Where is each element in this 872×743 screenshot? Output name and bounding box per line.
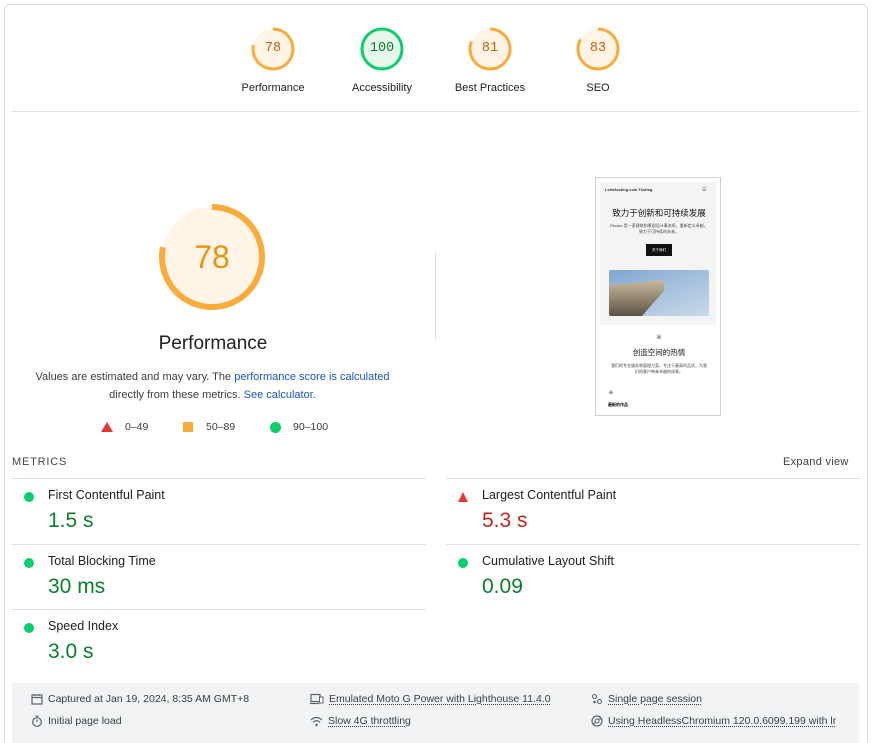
metric-name: Speed Index — [48, 619, 119, 633]
fail-triangle-icon — [101, 422, 113, 432]
metric-value: 3.0 s — [48, 640, 94, 663]
screenshot-paragraph: Études 是一家建筑和景观设计事务所，重新定义卓越，致力于可持续的未来。 — [610, 223, 708, 234]
ornament-icon-2: ✳ — [608, 390, 614, 397]
performance-description: Values are estimated and may vary. The p… — [20, 368, 405, 404]
calendar-icon — [31, 694, 43, 705]
gauge-label: SEO — [586, 82, 610, 94]
run-info-footer: Captured at Jan 19, 2024, 8:35 AM GMT+8 … — [12, 683, 859, 743]
performance-title: Performance — [158, 333, 268, 354]
chrome-icon — [591, 715, 603, 727]
metric-cumulative-layout-shift: Cumulative Layout Shift 0.09 — [446, 544, 860, 609]
performance-main-score: 78 — [194, 239, 230, 275]
metric-name: Largest Contentful Paint — [482, 488, 617, 502]
metrics-header: METRICS — [12, 456, 68, 468]
screenshot-heading-2: 创造空间的热情 — [632, 348, 686, 357]
metric-value: 5.3 s — [482, 509, 528, 532]
captured-info: Captured at Jan 19, 2024, 8:35 AM GMT+8 — [31, 693, 249, 705]
initial-load-text: Initial page load — [48, 715, 122, 727]
browser-info[interactable]: Using HeadlessChromium 120.0.6099.199 wi… — [591, 715, 836, 727]
metric-largest-contentful-paint: Largest Contentful Paint 5.3 s — [446, 478, 860, 543]
gauge-label: Accessibility — [352, 82, 412, 94]
see-calculator-link[interactable]: See calculator — [244, 389, 313, 401]
vertical-divider — [435, 253, 436, 339]
screenshot-brand: LetsHosting.com Testing — [605, 187, 653, 192]
gauge-label: Best Practices — [454, 82, 526, 94]
pass-circle-icon — [24, 623, 34, 633]
performance-main-gauge: 78 — [157, 202, 267, 312]
metric-name: Total Blocking Time — [48, 554, 156, 568]
category-gauge-seo[interactable]: 83 SEO — [558, 26, 638, 94]
metric-value: 1.5 s — [48, 509, 94, 532]
device-info[interactable]: Emulated Moto G Power with Lighthouse 11… — [310, 693, 551, 705]
device-icon — [310, 693, 324, 705]
category-gauge-performance[interactable]: 78 Performance — [233, 26, 313, 94]
legend-fail: 0–49 — [101, 421, 148, 433]
gauge-score: 83 — [589, 41, 607, 56]
initial-load-info: Initial page load — [31, 715, 122, 727]
gauge-label: Performance — [241, 82, 305, 94]
score-calculated-link[interactable]: performance score is calculated — [234, 371, 389, 383]
screenshot-building-image — [609, 270, 709, 316]
legend-pass-label: 90–100 — [293, 421, 329, 433]
metric-value: 0.09 — [482, 575, 523, 598]
ornament-icon: ✳ — [655, 333, 663, 342]
gauge-score: 100 — [369, 41, 395, 56]
throttling-text: Slow 4G throttling — [328, 715, 411, 727]
metric-speed-index: Speed Index 3.0 s — [12, 609, 426, 674]
pass-circle-icon — [458, 558, 468, 568]
legend-average-label: 50–89 — [206, 421, 236, 433]
throttling-info[interactable]: Slow 4G throttling — [310, 715, 411, 727]
screenshot-heading: 致力于创新和可持续发展 — [612, 208, 706, 218]
pass-circle-icon — [24, 558, 34, 568]
screenshot-paragraph-2: 我们的专业服务和管理方案，专注于最高的品质，为我们的客户带来卓越的成果。 — [611, 363, 707, 374]
metric-name: First Contentful Paint — [48, 488, 165, 502]
legend-average: 50–89 — [183, 421, 235, 433]
screenshot-heading-3: 最新的作品 — [608, 402, 628, 407]
screenshot-button: 关于我们 — [646, 244, 672, 256]
captured-text: Captured at Jan 19, 2024, 8:35 AM GMT+8 — [48, 693, 250, 705]
desc-text-2: directly from these metrics. — [109, 389, 244, 401]
gauge-score: 78 — [264, 41, 282, 56]
legend-fail-label: 0–49 — [125, 421, 149, 433]
gauge-score: 81 — [481, 41, 499, 56]
menu-icon: ☰ — [702, 187, 707, 193]
category-gauge-accessibility[interactable]: 100 Accessibility — [342, 26, 422, 94]
session-text: Single page session — [608, 693, 702, 705]
device-text: Emulated Moto G Power with Lighthouse 11… — [329, 693, 551, 705]
metric-value: 30 ms — [48, 575, 106, 598]
metric-first-contentful-paint: First Contentful Paint 1.5 s — [12, 478, 426, 543]
expand-view-button[interactable]: Expand view — [783, 456, 849, 468]
browser-text: Using HeadlessChromium 120.0.6099.199 wi… — [608, 715, 837, 727]
desc-text-3: . — [312, 389, 316, 401]
metric-total-blocking-time: Total Blocking Time 30 ms — [12, 544, 426, 609]
average-square-icon — [183, 422, 193, 432]
pass-circle-icon — [24, 492, 34, 502]
legend-pass: 90–100 — [270, 421, 328, 433]
timer-icon — [32, 715, 42, 727]
fail-triangle-icon — [458, 492, 468, 502]
wifi-icon — [310, 716, 323, 726]
session-info[interactable]: Single page session — [591, 693, 702, 705]
pass-circle-icon — [270, 421, 281, 433]
desc-text: Values are estimated and may vary. The — [35, 371, 235, 383]
header-divider — [12, 111, 859, 112]
session-icon — [591, 693, 603, 705]
metric-name: Cumulative Layout Shift — [482, 554, 615, 568]
final-screenshot[interactable]: LetsHosting.com Testing ☰ 致力于创新和可持续发展 Ét… — [595, 177, 721, 416]
category-gauge-best-practices[interactable]: 81 Best Practices — [450, 26, 530, 94]
